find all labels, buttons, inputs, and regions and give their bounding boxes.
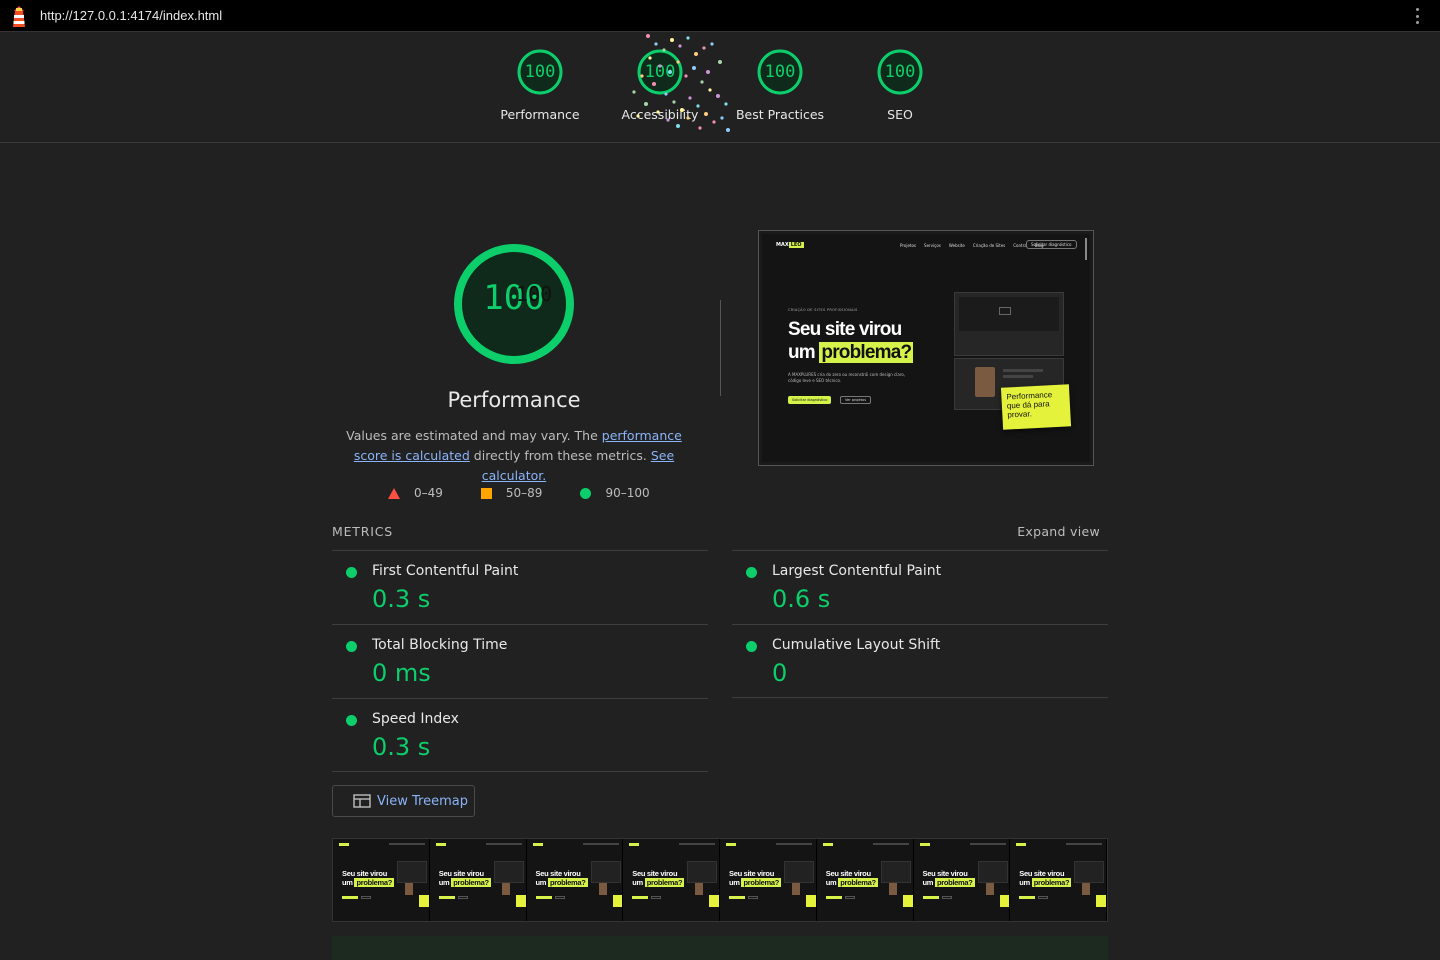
filmstrip-frame: Seu site virou um problema? bbox=[913, 839, 1011, 921]
site-cta: Solicitar diagnóstico bbox=[1026, 240, 1077, 249]
site-secondary-button: Ver projetos bbox=[840, 396, 872, 404]
filmstrip-frame: Seu site virou um problema? bbox=[1010, 839, 1107, 921]
average-square-icon bbox=[480, 487, 492, 499]
filmstrip-frame: Seu site virou um problema? bbox=[429, 839, 527, 921]
legend-pass: 90–100 bbox=[580, 486, 650, 500]
performance-score-overlay: 100 bbox=[516, 282, 553, 306]
score-summary-header: 100 Performance 100 Accessibility 100 Be… bbox=[0, 32, 1440, 143]
gauge-seo[interactable]: 100 SEO bbox=[840, 48, 960, 128]
gauge-score: 100 bbox=[524, 62, 556, 82]
filmstrip-frame: Seu site virou um problema? bbox=[526, 839, 624, 921]
view-treemap-button[interactable]: View Treemap bbox=[332, 785, 475, 817]
metric-value: 0 ms bbox=[372, 659, 431, 687]
metric-name: Speed Index bbox=[372, 711, 459, 727]
performance-gauge: 100 100 bbox=[450, 240, 578, 368]
site-laptop-mockup bbox=[954, 292, 1064, 356]
metric-lcp: Largest Contentful Paint 0.6 s bbox=[732, 550, 1108, 624]
gauge-score: 100 bbox=[884, 62, 916, 82]
performance-description: Values are estimated and may vary. The p… bbox=[346, 428, 682, 483]
treemap-icon bbox=[353, 794, 371, 808]
gauge-score: 100 bbox=[764, 62, 796, 82]
expand-view-toggle[interactable]: Expand view bbox=[1000, 524, 1100, 539]
view-treemap-label: View Treemap bbox=[377, 793, 468, 809]
scrollbar bbox=[1085, 238, 1087, 260]
filmstrip-frame: Seu site virou um problema? bbox=[333, 839, 430, 921]
metric-name: First Contentful Paint bbox=[372, 563, 519, 579]
pass-circle-icon bbox=[346, 715, 357, 726]
page-url[interactable]: http://127.0.0.1:4174/index.html bbox=[40, 8, 222, 23]
metric-name: Total Blocking Time bbox=[372, 637, 508, 653]
pass-circle-icon bbox=[746, 567, 757, 578]
final-screenshot[interactable]: MAX LEO Projetos Serviços Website Criação de… bbox=[758, 230, 1094, 466]
section-bottom bbox=[332, 936, 1108, 960]
divider bbox=[720, 300, 721, 396]
gauge-label: SEO bbox=[887, 107, 913, 122]
pass-circle-icon bbox=[346, 641, 357, 652]
metric-speed-index: Speed Index 0.3 s bbox=[332, 698, 708, 772]
performance-score: 100 bbox=[483, 278, 545, 318]
metric-cls: Cumulative Layout Shift 0 bbox=[732, 624, 1108, 698]
gauge-score: 100 bbox=[644, 62, 676, 82]
site-headline: Seu site virou um problema? bbox=[788, 319, 914, 363]
site-sticky-note: Performance que dá para provar. bbox=[1000, 384, 1072, 430]
legend-fail: 0–49 bbox=[388, 486, 443, 500]
performance-title: Performance bbox=[447, 388, 581, 412]
metric-tbt: Total Blocking Time 0 ms bbox=[332, 624, 708, 698]
lighthouse-logo-icon bbox=[13, 6, 25, 27]
pass-circle-icon bbox=[346, 567, 357, 578]
metric-value: 0.6 s bbox=[772, 585, 831, 613]
divider bbox=[332, 771, 708, 772]
browser-bar: http://127.0.0.1:4174/index.html bbox=[0, 0, 1440, 32]
site-kicker: CRIAÇÃO DE SITES PROFISSIONAIS bbox=[788, 308, 858, 312]
filmstrip-frame: Seu site virou um problema? bbox=[720, 839, 817, 921]
metric-value: 0.3 s bbox=[372, 585, 431, 613]
metric-name: Largest Contentful Paint bbox=[772, 563, 942, 579]
metric-value: 0.3 s bbox=[372, 733, 431, 761]
divider bbox=[732, 697, 1108, 698]
site-nav: Projetos Serviços Website Criação de Sites C… bbox=[900, 243, 1044, 248]
pass-circle-icon bbox=[580, 487, 592, 499]
site-paragraph: A MAXPLURES cria do zero ou reconstrói c… bbox=[788, 372, 906, 383]
filmstrip-frame: Seu site virou um problema? bbox=[623, 839, 720, 921]
filmstrip: Seu site virou um problema? Seu site virou… bbox=[332, 838, 1108, 922]
site-preview: MAX LEO Projetos Serviços Website Criação de… bbox=[762, 234, 1090, 462]
metric-value: 0 bbox=[772, 659, 788, 687]
metrics-heading: METRICS bbox=[332, 524, 393, 539]
site-primary-button: Solicitar diagnóstico bbox=[788, 396, 832, 404]
fail-triangle-icon bbox=[388, 487, 400, 499]
score-legend: 0–49 50–89 90–100 bbox=[388, 486, 688, 500]
metric-name: Cumulative Layout Shift bbox=[772, 637, 941, 653]
more-options-icon[interactable] bbox=[1416, 8, 1420, 24]
filmstrip-frame: Seu site virou um problema? bbox=[816, 839, 914, 921]
legend-average: 50–89 bbox=[480, 486, 542, 500]
metric-fcp: First Contentful Paint 0.3 s bbox=[332, 550, 708, 624]
site-logo: MAX LEO bbox=[776, 242, 804, 248]
pass-circle-icon bbox=[746, 641, 757, 652]
